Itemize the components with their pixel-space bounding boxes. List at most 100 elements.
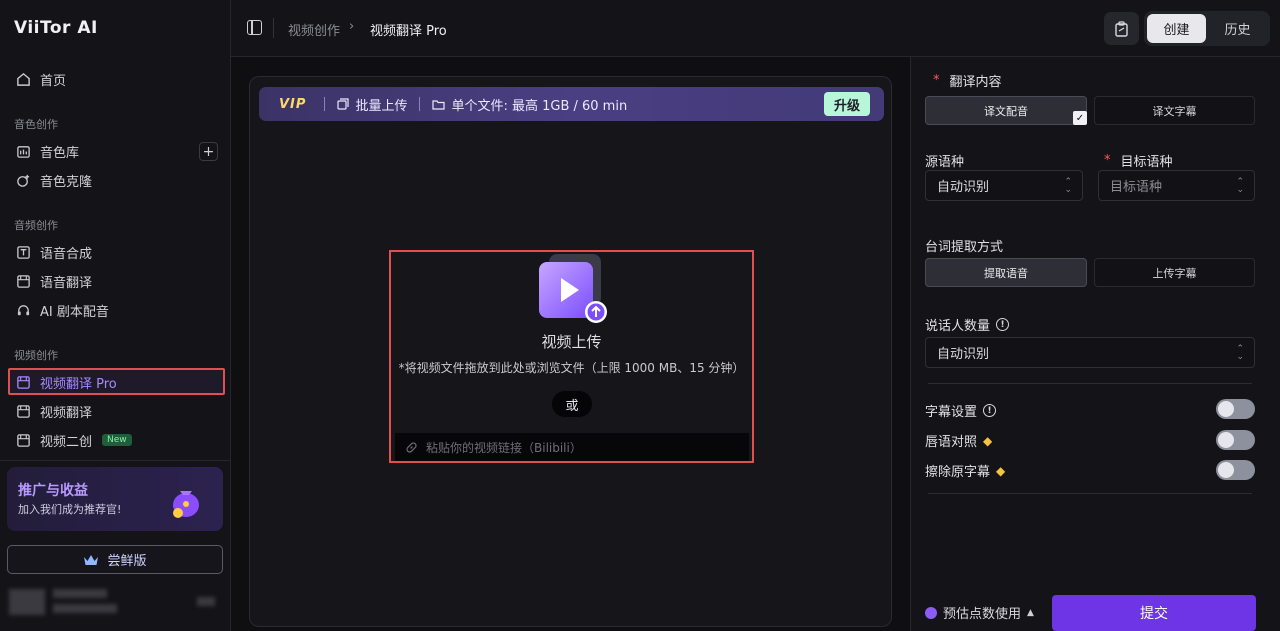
batch-upload-label: 批量上传: [355, 98, 408, 114]
money-bag-icon: [173, 491, 199, 518]
video-translate-pro-icon: [14, 373, 32, 391]
avatar: [9, 589, 45, 615]
speaker-count-select[interactable]: 自动识别 ⌃ ⌄: [925, 337, 1255, 368]
app-logo[interactable]: ViiTor AI: [14, 18, 98, 38]
lip-sync-toggle[interactable]: [1216, 430, 1255, 450]
sidebar-item-label: 音色克隆: [40, 174, 93, 190]
batch-upload-item[interactable]: 批量上传: [337, 95, 407, 114]
info-icon[interactable]: !: [983, 404, 997, 417]
sidebar-item-label: 语音翻译: [40, 275, 93, 291]
video-translate-icon: [14, 402, 32, 420]
select-value: 自动识别: [937, 180, 990, 195]
sidebar: ViiTor AI 首页 音色创作 音色库 + 音色克隆 音频创作 语音合成 语…: [0, 0, 231, 631]
sidebar-item-label: 音色库: [40, 145, 80, 161]
info-icon[interactable]: !: [996, 318, 1010, 331]
source-language-label: 源语种: [925, 155, 965, 170]
text-to-speech-icon: [14, 243, 32, 261]
lip-sync-label: 唇语对照 ◆: [925, 433, 993, 451]
source-language-select[interactable]: 自动识别 ⌃ ⌄: [925, 170, 1083, 201]
voice-library-icon: [14, 142, 32, 160]
erase-subtitles-label: 擦除原字幕 ◆: [925, 463, 1006, 481]
sidebar-item-label: 视频翻译 Pro: [40, 376, 117, 392]
check-icon: ✓: [1073, 111, 1087, 125]
target-language-label: * 目标语种: [1104, 153, 1173, 170]
breadcrumb-current: 视频翻译 Pro: [370, 24, 447, 39]
file-limit-label: 单个文件: 最高 1GB / 60 min: [451, 98, 628, 114]
sidebar-item-video-translate-pro[interactable]: 视频翻译 Pro: [14, 370, 117, 394]
promo-card[interactable]: 推广与收益 加入我们成为推荐官!: [7, 467, 223, 531]
voice-clone-icon: [14, 171, 32, 189]
upload-dropzone[interactable]: 视频上传 *将视频文件拖放到此处或浏览文件（上限 1000 MB、15 分钟） …: [389, 250, 754, 463]
extract-method-label: 台词提取方式: [925, 240, 1004, 255]
select-value: 自动识别: [937, 347, 990, 362]
clipboard-button[interactable]: [1104, 12, 1139, 45]
estimate-points[interactable]: 预估点数使用 ▲: [925, 603, 1034, 622]
sidebar-item-label: 视频二创: [40, 434, 93, 450]
option-label: 提取语音: [984, 266, 1028, 280]
link-icon: [406, 441, 417, 453]
speaker-count-label: 说话人数量 !: [925, 315, 1010, 334]
section-label-video: 视频创作: [14, 349, 58, 362]
upgrade-button[interactable]: 升级: [823, 92, 870, 116]
option-label: 上传字幕: [1152, 266, 1197, 280]
video-link-input[interactable]: 粘贴你的视频链接（Bilibili）: [395, 433, 749, 461]
home-icon: [14, 70, 32, 88]
folder-icon: [432, 99, 446, 110]
option-dubbed-translation[interactable]: 译文配音 ✓: [925, 96, 1087, 125]
sidebar-item-ai-script-dubbing[interactable]: AI 剧本配音: [14, 298, 109, 322]
user-profile[interactable]: [7, 581, 223, 621]
section-label-voice: 音色创作: [14, 118, 58, 131]
option-subtitle-translation[interactable]: 译文字幕: [1094, 96, 1255, 125]
user-name-redacted: [53, 589, 107, 598]
header-divider: [273, 18, 274, 38]
sidebar-item-label: AI 剧本配音: [40, 304, 109, 320]
subtitle-settings-toggle[interactable]: [1216, 399, 1255, 419]
top-header: 视频创作 › 视频翻译 Pro 创建 历史: [231, 0, 1280, 57]
sidebar-item-video-remix[interactable]: 视频二创 New: [14, 428, 132, 452]
option-label: 译文字幕: [1152, 104, 1197, 118]
option-upload-subtitles[interactable]: 上传字幕: [1094, 258, 1255, 287]
or-divider: 或: [552, 391, 592, 417]
tab-history[interactable]: 历史: [1208, 14, 1267, 43]
section-label-audio: 音频创作: [14, 219, 58, 232]
upload-title: 视频上传: [541, 333, 602, 351]
settings-divider: [928, 493, 1252, 494]
option-extract-speech[interactable]: 提取语音: [925, 258, 1087, 287]
target-language-select[interactable]: 目标语种 ⌃ ⌄: [1098, 170, 1255, 201]
sidebar-item-tts[interactable]: 语音合成: [14, 240, 92, 264]
toggle-sidebar-icon[interactable]: [247, 20, 262, 35]
video-upload-icon: [539, 254, 607, 323]
clipboard-icon: [1115, 20, 1128, 37]
user-id-redacted: [53, 604, 117, 613]
view-tabs: 创建 历史: [1144, 11, 1270, 46]
sidebar-item-voice-library[interactable]: 音色库: [14, 139, 79, 163]
chevron-right-icon: ›: [349, 19, 355, 34]
vip-bar-divider: [324, 97, 326, 111]
settings-divider: [928, 383, 1252, 384]
video-link-placeholder: 粘贴你的视频链接（Bilibili）: [426, 440, 582, 455]
select-chevron-icon: ⌃ ⌄: [1064, 177, 1072, 195]
submit-button[interactable]: 提交: [1052, 595, 1256, 631]
sidebar-item-label: 语音合成: [40, 246, 93, 262]
add-voice-button[interactable]: +: [199, 142, 218, 161]
diamond-icon: ◆: [983, 433, 993, 448]
select-chevron-icon: ⌃ ⌄: [1236, 177, 1244, 195]
sidebar-item-home[interactable]: 首页: [14, 67, 66, 91]
plan-button[interactable]: 尝鲜版: [7, 545, 223, 574]
required-mark: *: [1104, 153, 1111, 168]
plan-button-label: 尝鲜版: [107, 554, 147, 569]
tab-create[interactable]: 创建: [1147, 14, 1206, 43]
file-limit-item: 单个文件: 最高 1GB / 60 min: [432, 95, 627, 114]
sidebar-item-video-translate[interactable]: 视频翻译: [14, 399, 92, 423]
promo-title: 推广与收益: [18, 483, 88, 499]
option-label: 译文配音: [984, 104, 1028, 118]
sidebar-item-voice-clone[interactable]: 音色克隆: [14, 168, 92, 192]
select-chevron-icon: ⌃ ⌄: [1236, 344, 1244, 362]
breadcrumb-parent[interactable]: 视频创作: [288, 20, 340, 39]
translate-content-label: * 翻译内容: [933, 73, 1002, 90]
sidebar-item-speech-translate[interactable]: 语音翻译: [14, 269, 92, 293]
subtitle-settings-label: 字幕设置 !: [925, 401, 997, 420]
select-placeholder: 目标语种: [1110, 180, 1163, 195]
sidebar-item-label: 视频翻译: [40, 405, 93, 421]
erase-subtitles-toggle[interactable]: [1216, 460, 1255, 480]
